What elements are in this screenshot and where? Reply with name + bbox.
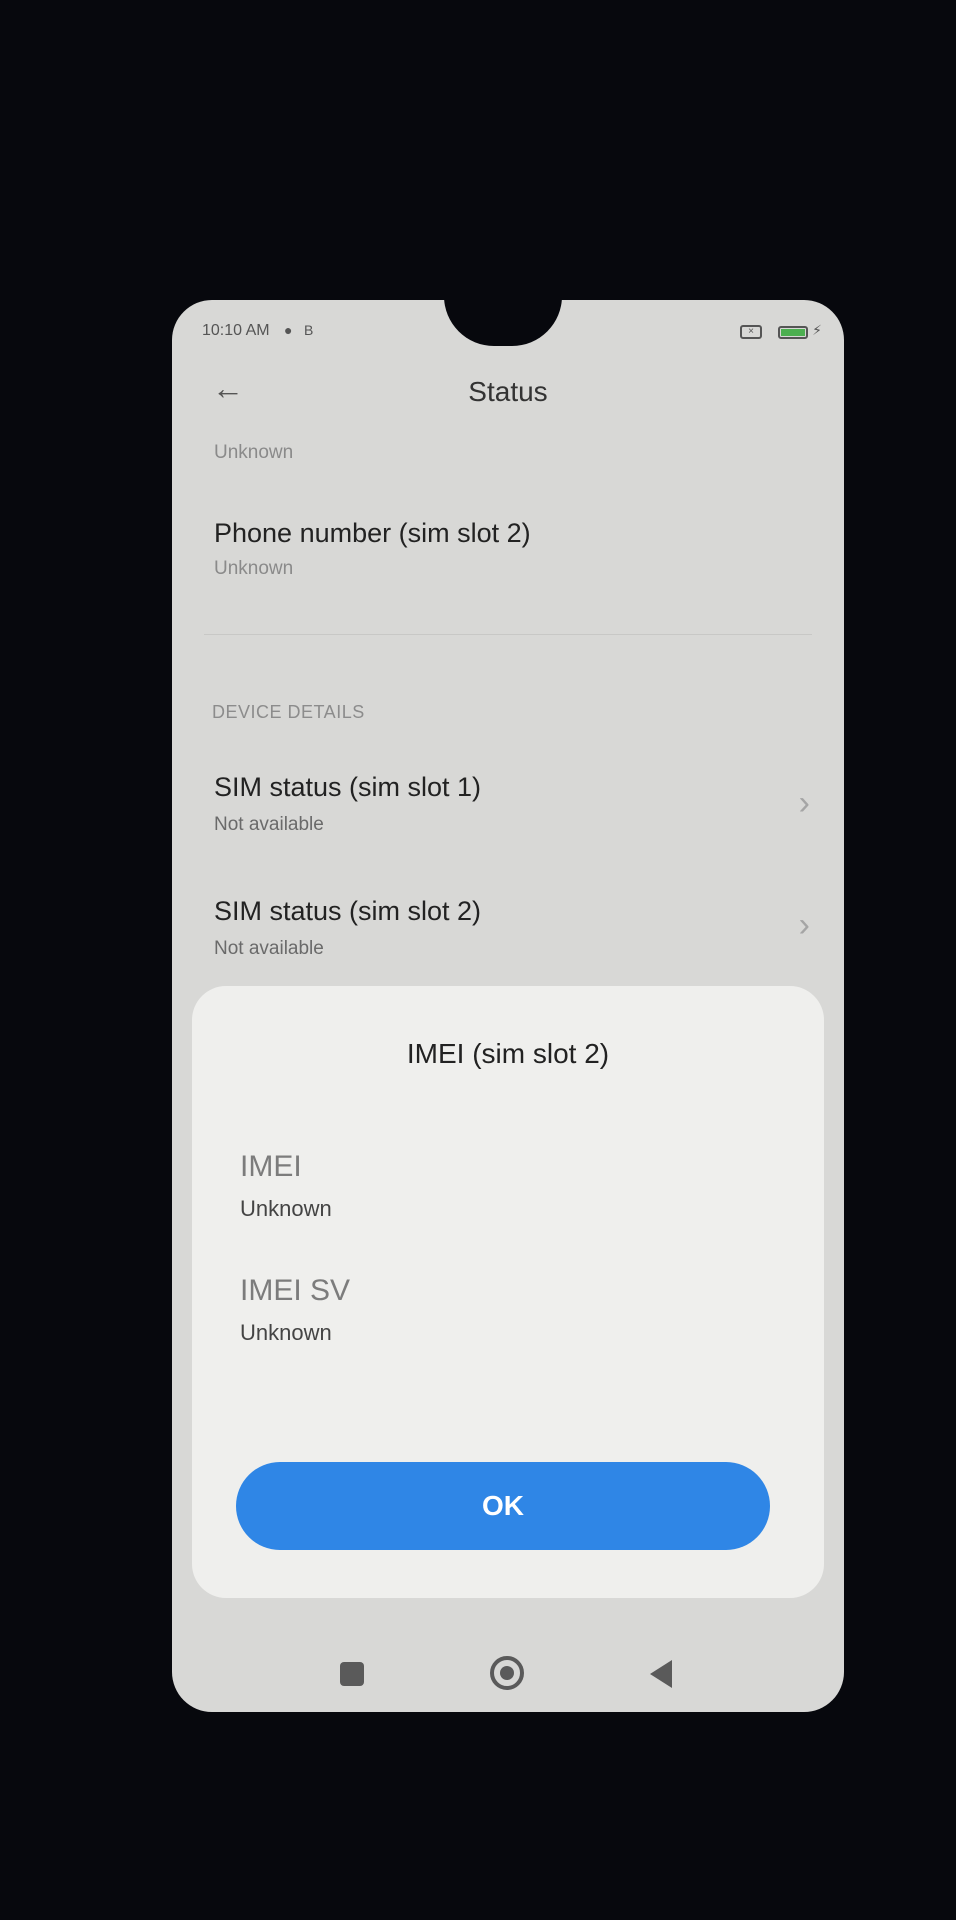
list-item-label: SIM status (sim slot 1) — [214, 772, 482, 802]
navigation-bar — [172, 1646, 844, 1706]
section-header-device-details: DEVICE DETAILS — [212, 702, 365, 722]
square-icon[interactable] — [340, 1662, 364, 1686]
list-item-label: Phone number (sim slot 2) — [214, 518, 531, 548]
imei-label: IMEI — [240, 1150, 302, 1183]
list-item-value: Not available — [214, 814, 324, 835]
imei-value: Unknown — [240, 1196, 332, 1221]
home-circle-icon[interactable] — [490, 1656, 524, 1690]
imei-sv-value: Unknown — [240, 1320, 332, 1345]
ok-button[interactable]: OK — [236, 1462, 770, 1550]
chevron-right-icon: › — [798, 784, 810, 822]
sim-x-icon: × — [740, 325, 762, 339]
divider — [204, 634, 812, 635]
battery-icon — [778, 326, 808, 339]
dialog-title: IMEI (sim slot 2) — [406, 1038, 610, 1069]
status-time: 10:10 AM — [202, 322, 270, 339]
shield-icon: ● — [284, 322, 293, 338]
imei-dialog: IMEI (sim slot 2) IMEI Unknown IMEI SV U… — [192, 986, 824, 1598]
list-item-value: Not available — [214, 938, 324, 959]
previous-item-value: Unknown — [214, 442, 294, 463]
charging-icon: ⚡ — [812, 322, 822, 338]
b-icon: B — [304, 322, 314, 338]
page-title: Status — [468, 376, 548, 407]
list-item-value: Unknown — [214, 558, 294, 579]
triangle-back-icon[interactable] — [650, 1660, 672, 1688]
status-bar: 10:10 AM ● B × ⚡ — [172, 300, 844, 346]
chevron-right-icon: › — [798, 906, 810, 944]
imei-sv-label: IMEI SV — [240, 1274, 351, 1307]
top-app-bar: ← Status — [172, 360, 844, 430]
list-item-label: SIM status (sim slot 2) — [214, 896, 482, 926]
phone-screen: 10:10 AM ● B × ⚡ ← Status Unknown Phone … — [172, 300, 844, 1712]
